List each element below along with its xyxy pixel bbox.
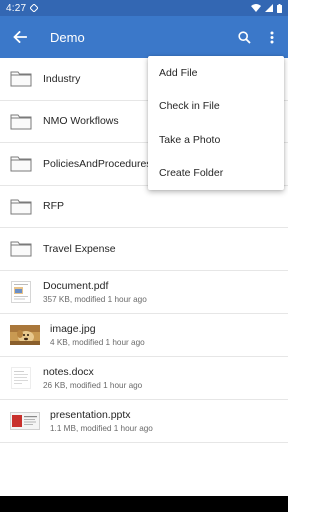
cell-signal-icon [265, 4, 273, 12]
signal-diamond-icon [30, 4, 39, 12]
app-bar: Demo [0, 16, 288, 58]
page-title: Demo [50, 29, 85, 45]
search-button[interactable] [230, 16, 258, 58]
folder-icon [10, 199, 32, 215]
wifi-icon [251, 4, 261, 12]
folder-label: RFP [43, 200, 64, 213]
file-text: presentation.pptx 1.1 MB, modified 1 hou… [50, 409, 153, 433]
file-name: notes.docx [43, 365, 94, 378]
file-row[interactable]: image.jpg 4 KB, modified 1 hour ago [0, 314, 288, 357]
file-row[interactable]: presentation.pptx 1.1 MB, modified 1 hou… [0, 400, 288, 443]
file-meta: 1.1 MB, modified 1 hour ago [50, 423, 153, 433]
folder-label: Industry [43, 72, 81, 85]
file-meta: 4 KB, modified 1 hour ago [50, 337, 145, 347]
status-bar: 4:27 [0, 0, 288, 16]
folder-row[interactable]: RFP [0, 186, 288, 228]
status-time: 4:27 [6, 2, 27, 14]
docx-thumbnail [11, 366, 31, 389]
folder-label: PoliciesAndProcedures [43, 157, 152, 170]
pptx-thumbnail [10, 411, 40, 430]
menu-item-take-a-photo[interactable]: Take a Photo [148, 123, 284, 157]
file-meta: 357 KB, modified 1 hour ago [43, 294, 147, 304]
back-button[interactable] [0, 16, 40, 58]
file-row[interactable]: Document.pdf 357 KB, modified 1 hour ago [0, 271, 288, 314]
menu-item-check-in-file[interactable]: Check in File [148, 90, 284, 124]
file-row[interactable]: notes.docx 26 KB, modified 1 hour ago [0, 357, 288, 400]
file-text: Document.pdf 357 KB, modified 1 hour ago [43, 280, 147, 304]
status-left-icons [30, 4, 39, 12]
file-meta: 26 KB, modified 1 hour ago [43, 380, 143, 390]
more-options-button[interactable] [258, 16, 286, 58]
folder-icon [10, 241, 32, 257]
folder-label: NMO Workflows [43, 115, 119, 128]
folder-icon [10, 156, 32, 172]
folder-icon [10, 71, 32, 87]
screen: 4:27 Demo Industry NMO Workflows Policie… [0, 0, 288, 512]
system-nav-bar [0, 496, 288, 512]
overflow-menu: Add File Check in File Take a Photo Crea… [148, 56, 284, 190]
folder-row[interactable]: Travel Expense [0, 228, 288, 271]
file-name: presentation.pptx [50, 408, 131, 421]
file-name: Document.pdf [43, 279, 109, 292]
menu-item-add-file[interactable]: Add File [148, 56, 284, 90]
folder-icon [10, 114, 32, 130]
pdf-thumbnail [11, 280, 31, 303]
status-right-icons [251, 3, 282, 13]
battery-icon [277, 3, 282, 13]
dog-photo-thumbnail [10, 324, 40, 345]
folder-label: Travel Expense [43, 242, 116, 255]
more-vert-icon [270, 31, 274, 43]
menu-item-create-folder[interactable]: Create Folder [148, 157, 284, 191]
file-text: image.jpg 4 KB, modified 1 hour ago [50, 323, 145, 347]
file-text: notes.docx 26 KB, modified 1 hour ago [43, 366, 142, 390]
arrow-back-icon [13, 31, 27, 43]
file-name: image.jpg [50, 322, 96, 335]
search-icon [237, 30, 251, 44]
